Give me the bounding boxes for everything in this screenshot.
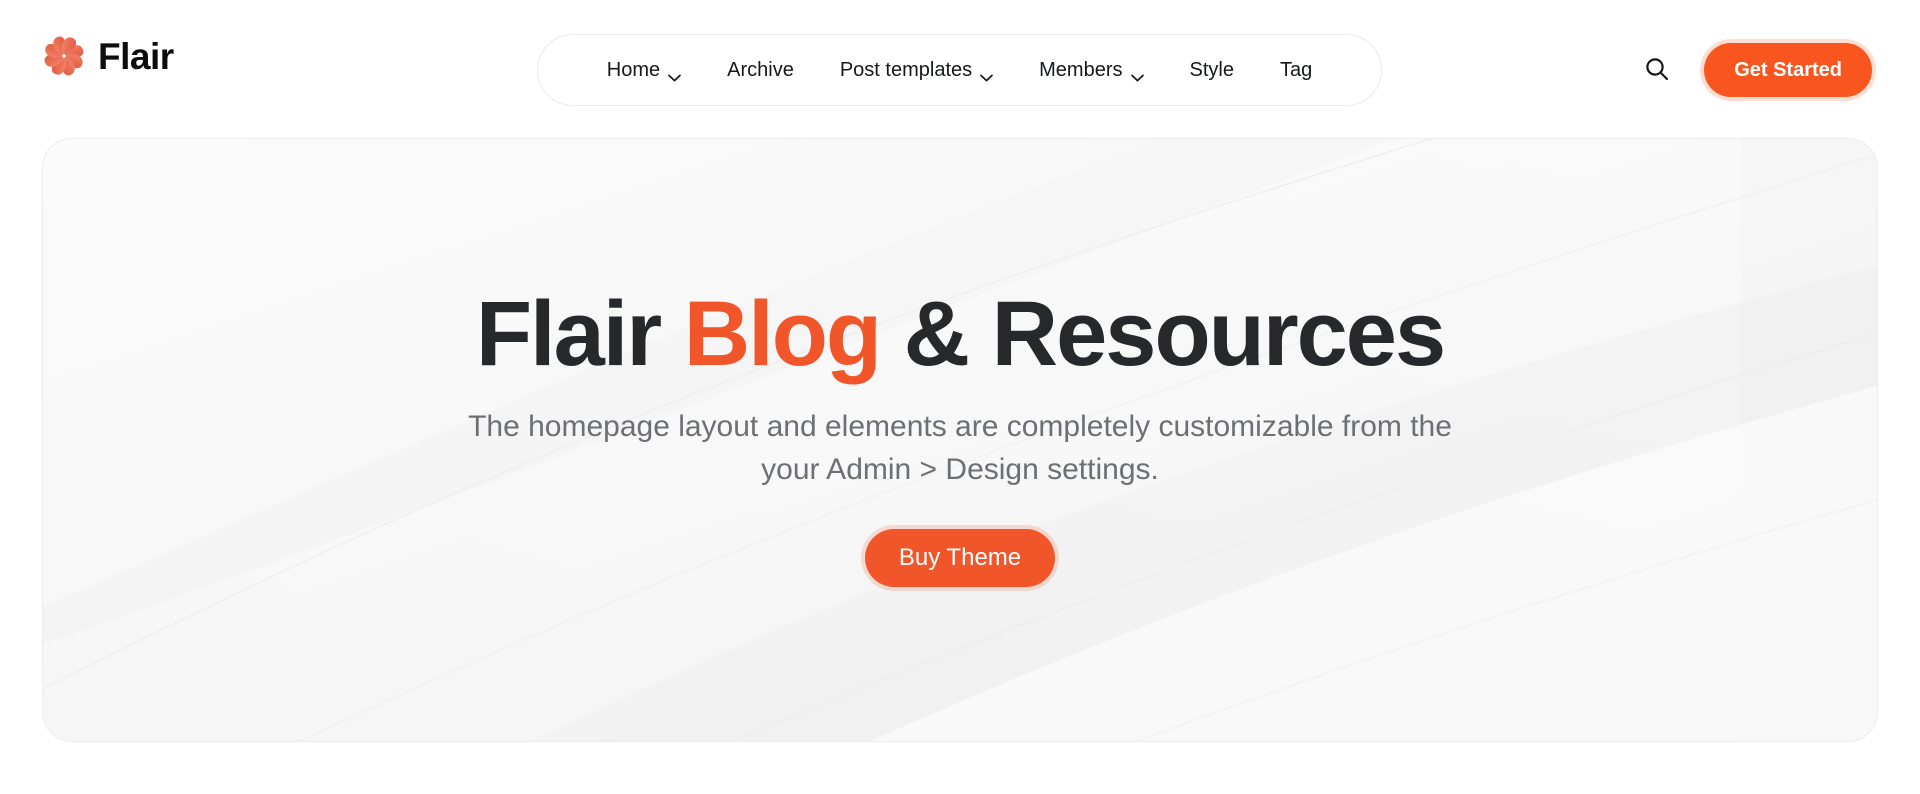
hero-title: Flair Blog & Resources <box>475 282 1446 385</box>
nav-item-members[interactable]: Members <box>1016 59 1166 82</box>
pinwheel-logo-icon <box>42 34 86 78</box>
search-button[interactable] <box>1642 55 1672 85</box>
primary-navigation: Home Archive Post templates Members Styl… <box>537 34 1382 106</box>
nav-item-tag[interactable]: Tag <box>1257 60 1335 80</box>
search-icon <box>1644 56 1670 85</box>
hero-content: Flair Blog & Resources The homepage layo… <box>43 282 1877 588</box>
chevron-down-icon <box>980 66 993 82</box>
buy-theme-button[interactable]: Buy Theme <box>864 529 1056 588</box>
hero-subtitle: The homepage layout and elements are com… <box>468 410 1452 486</box>
brand-logo-link[interactable]: Flair <box>42 34 174 78</box>
nav-item-archive[interactable]: Archive <box>704 60 817 80</box>
nav-item-home[interactable]: Home <box>584 59 704 82</box>
hero-title-part-2: & Resources <box>880 282 1446 385</box>
nav-item-post-templates[interactable]: Post templates <box>817 59 1016 82</box>
nav-item-label: Members <box>1039 59 1123 81</box>
hero-title-part-1: Flair <box>475 282 684 385</box>
hero-section: Flair Blog & Resources The homepage layo… <box>42 138 1878 742</box>
nav-item-label: Tag <box>1279 59 1313 81</box>
header-actions: Get Started <box>1642 34 1872 106</box>
site-header: Flair Home Archive Post templates Member… <box>0 0 1920 120</box>
nav-item-label: Archive <box>727 59 794 81</box>
brand-name: Flair <box>98 35 174 77</box>
chevron-down-icon <box>1130 66 1144 82</box>
nav-item-label: Style <box>1189 59 1234 81</box>
nav-item-label: Home <box>606 59 661 81</box>
hero-title-accent: Blog <box>683 282 882 385</box>
get-started-button[interactable]: Get Started <box>1704 43 1872 97</box>
chevron-down-icon <box>668 66 681 82</box>
nav-item-style[interactable]: Style <box>1167 60 1257 80</box>
nav-item-label: Post templates <box>839 59 973 81</box>
